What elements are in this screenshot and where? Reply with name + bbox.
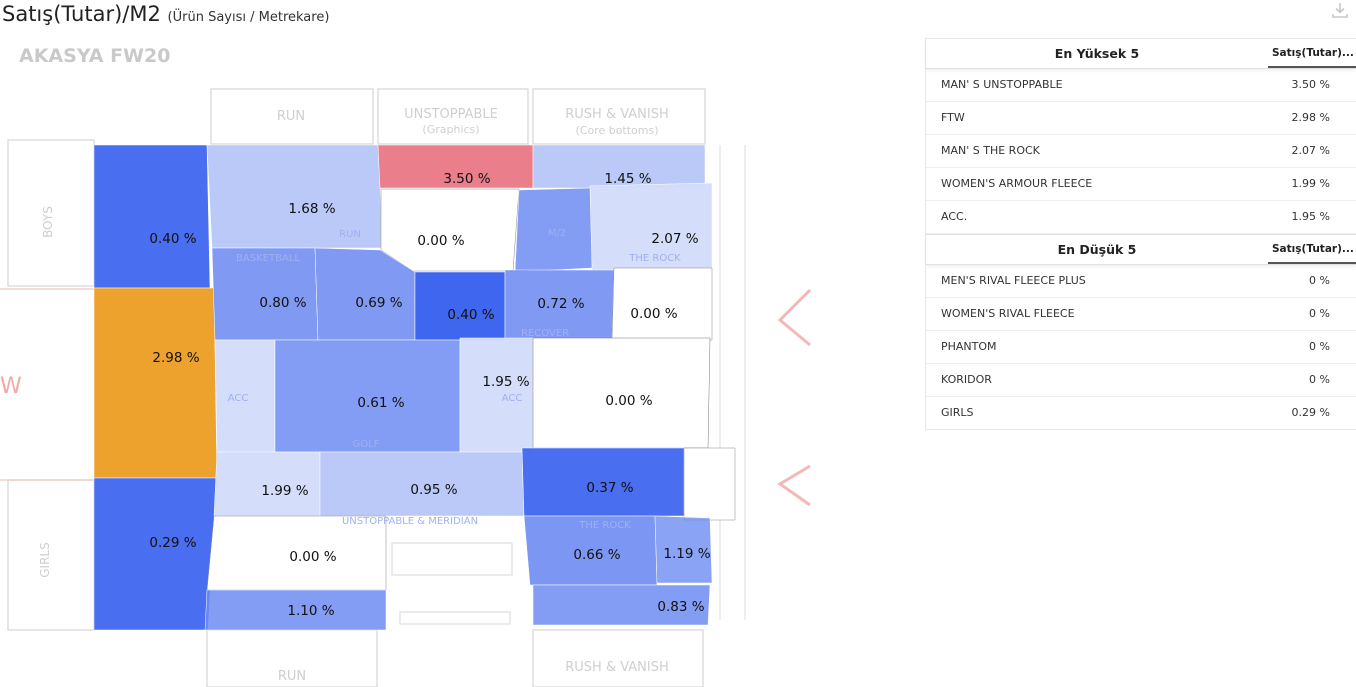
- row-name: PHANTOM: [941, 340, 997, 353]
- top5-column-header[interactable]: Satış(Tutar)...: [1268, 39, 1356, 68]
- faded-m2-label: M/2: [548, 228, 566, 239]
- value-recover: 0.72 %: [537, 296, 584, 312]
- row-name: MAN' S THE ROCK: [941, 144, 1040, 157]
- title-text: Satış(Tutar)/M2: [2, 2, 161, 26]
- bottom5-column-header[interactable]: Satış(Tutar)...: [1268, 235, 1356, 264]
- rush-bottom-label: RUSH & VANISH: [565, 660, 669, 675]
- girls-label: GIRLS: [38, 542, 52, 577]
- faded-recover-label: RECOVER: [521, 328, 569, 339]
- table-row[interactable]: MAN' S THE ROCK 2.07 %: [926, 135, 1356, 168]
- row-name: MEN'S RIVAL FLEECE PLUS: [941, 274, 1086, 287]
- value-the-rock-lower: 0.66 %: [573, 547, 620, 563]
- value-white-right-1: 0.00 %: [630, 306, 677, 322]
- ranking-tables: En Yüksek 5 Satış(Tutar)... MAN' S UNSTO…: [925, 38, 1356, 430]
- faded-meridian-label: UNSTOPPABLE & MERIDIAN: [342, 516, 478, 527]
- table-row[interactable]: WOMEN'S RIVAL FLEECE 0 %: [926, 298, 1356, 331]
- faded-the-rock-lower-label: THE ROCK: [578, 520, 631, 531]
- top5-title: En Yüksek 5: [1054, 46, 1140, 61]
- rush-top-label: RUSH & VANISH: [565, 107, 669, 122]
- value-rush-strip: 1.45 %: [604, 171, 651, 187]
- download-icon[interactable]: [1330, 0, 1350, 20]
- zone-boys[interactable]: [93, 144, 211, 289]
- value-armour-fleece: 0.69 %: [355, 295, 402, 311]
- zone-rival-fleece-plus[interactable]: [380, 188, 520, 272]
- table-row[interactable]: MEN'S RIVAL FLEECE PLUS 0 %: [926, 265, 1356, 298]
- zone-center-small[interactable]: [414, 271, 506, 341]
- row-value: 0 %: [1309, 373, 1330, 386]
- zone-girls[interactable]: [93, 477, 218, 631]
- zone-ftw[interactable]: [93, 287, 218, 479]
- faded-basketball-label: BASKETBALL: [236, 253, 300, 264]
- run-top-label: RUN: [277, 109, 305, 124]
- row-name: WOMEN'S RIVAL FLEECE: [941, 307, 1075, 320]
- value-basketball: 0.80 %: [259, 295, 306, 311]
- faded-the-rock-label: THE ROCK: [628, 253, 681, 264]
- zone-white-right-1[interactable]: [611, 267, 713, 341]
- table-row[interactable]: FTW 2.98 %: [926, 102, 1356, 135]
- store-floor-map: AKASYA FW20 W RUN UNSTOPPABLE (Graphics)…: [0, 45, 812, 687]
- value-golf: 0.61 %: [357, 395, 404, 411]
- boys-label: BOYS: [41, 206, 55, 238]
- subtitle-text: (Ürün Sayısı / Metrekare): [167, 10, 330, 25]
- value-the-rock: 2.07 %: [651, 231, 698, 247]
- row-name: ACC.: [941, 210, 968, 223]
- faded-acc-label: ACC: [502, 393, 523, 404]
- row-name: WOMEN'S ARMOUR FLEECE: [941, 177, 1093, 190]
- value-rush-lower: 0.83 %: [657, 599, 704, 615]
- row-value: 0 %: [1309, 307, 1330, 320]
- zone-white-right-2[interactable]: [683, 447, 736, 521]
- row-name: KORIDOR: [941, 373, 992, 386]
- run-bottom-label: RUN: [278, 669, 306, 684]
- value-unstoppable-meridian: 0.95 %: [410, 482, 457, 498]
- row-value: 0 %: [1309, 340, 1330, 353]
- row-value: 0 %: [1309, 274, 1330, 287]
- faded-golf-label: GOLF: [353, 439, 380, 450]
- value-armour-lower: 1.99 %: [261, 483, 308, 499]
- core-bottoms-label: (Core bottoms): [575, 124, 658, 137]
- side-w-label: W: [0, 374, 22, 399]
- value-rival-fleece-graphics: 0.00 %: [289, 549, 336, 565]
- value-boys: 0.40 %: [149, 231, 196, 247]
- row-value: 0.29 %: [1291, 406, 1330, 419]
- store-name-label: AKASYA FW20: [19, 45, 170, 67]
- value-right-small: 1.19 %: [663, 546, 710, 562]
- value-recover-lower: 0.37 %: [586, 480, 633, 496]
- value-unstoppable: 3.50 %: [443, 171, 490, 187]
- unstoppable-label: UNSTOPPABLE: [404, 107, 498, 122]
- row-name: MAN' S UNSTOPPABLE: [941, 78, 1063, 91]
- value-run-upper: 1.68 %: [288, 201, 335, 217]
- table-row[interactable]: GIRLS 0.29 %: [926, 397, 1356, 429]
- heat-zones: [93, 144, 736, 631]
- row-value: 3.50 %: [1291, 78, 1330, 91]
- row-name: FTW: [941, 111, 965, 124]
- value-ftw: 2.98 %: [152, 350, 199, 366]
- table-row[interactable]: KORIDOR 0 %: [926, 364, 1356, 397]
- row-value: 2.07 %: [1291, 144, 1330, 157]
- value-run-lower: 1.10 %: [287, 603, 334, 619]
- page-title: Satış(Tutar)/M2 (Ürün Sayısı / Metrekare…: [2, 2, 329, 26]
- value-acc: 1.95 %: [482, 374, 529, 390]
- value-center-small: 0.40 %: [447, 307, 494, 323]
- faded-run-label: RUN: [339, 229, 361, 240]
- row-value: 1.99 %: [1291, 177, 1330, 190]
- value-rival-fleece-plus: 0.00 %: [417, 233, 464, 249]
- top5-header: En Yüksek 5 Satış(Tutar)...: [926, 39, 1356, 69]
- faded-acc-left-label: ACC: [228, 393, 249, 404]
- table-row[interactable]: ACC. 1.95 %: [926, 201, 1356, 234]
- row-name: GIRLS: [941, 406, 974, 419]
- table-row[interactable]: PHANTOM 0 %: [926, 331, 1356, 364]
- bottom5-header: En Düşük 5 Satış(Tutar)...: [926, 234, 1356, 265]
- row-value: 1.95 %: [1291, 210, 1330, 223]
- table-row[interactable]: WOMEN'S ARMOUR FLEECE 1.99 %: [926, 168, 1356, 201]
- graphics-label: (Graphics): [422, 123, 479, 136]
- row-value: 2.98 %: [1291, 111, 1330, 124]
- value-phantom: 0.00 %: [605, 393, 652, 409]
- table-row[interactable]: MAN' S UNSTOPPABLE 3.50 %: [926, 69, 1356, 102]
- bottom5-title: En Düşük 5: [1057, 242, 1137, 257]
- value-girls: 0.29 %: [149, 535, 196, 551]
